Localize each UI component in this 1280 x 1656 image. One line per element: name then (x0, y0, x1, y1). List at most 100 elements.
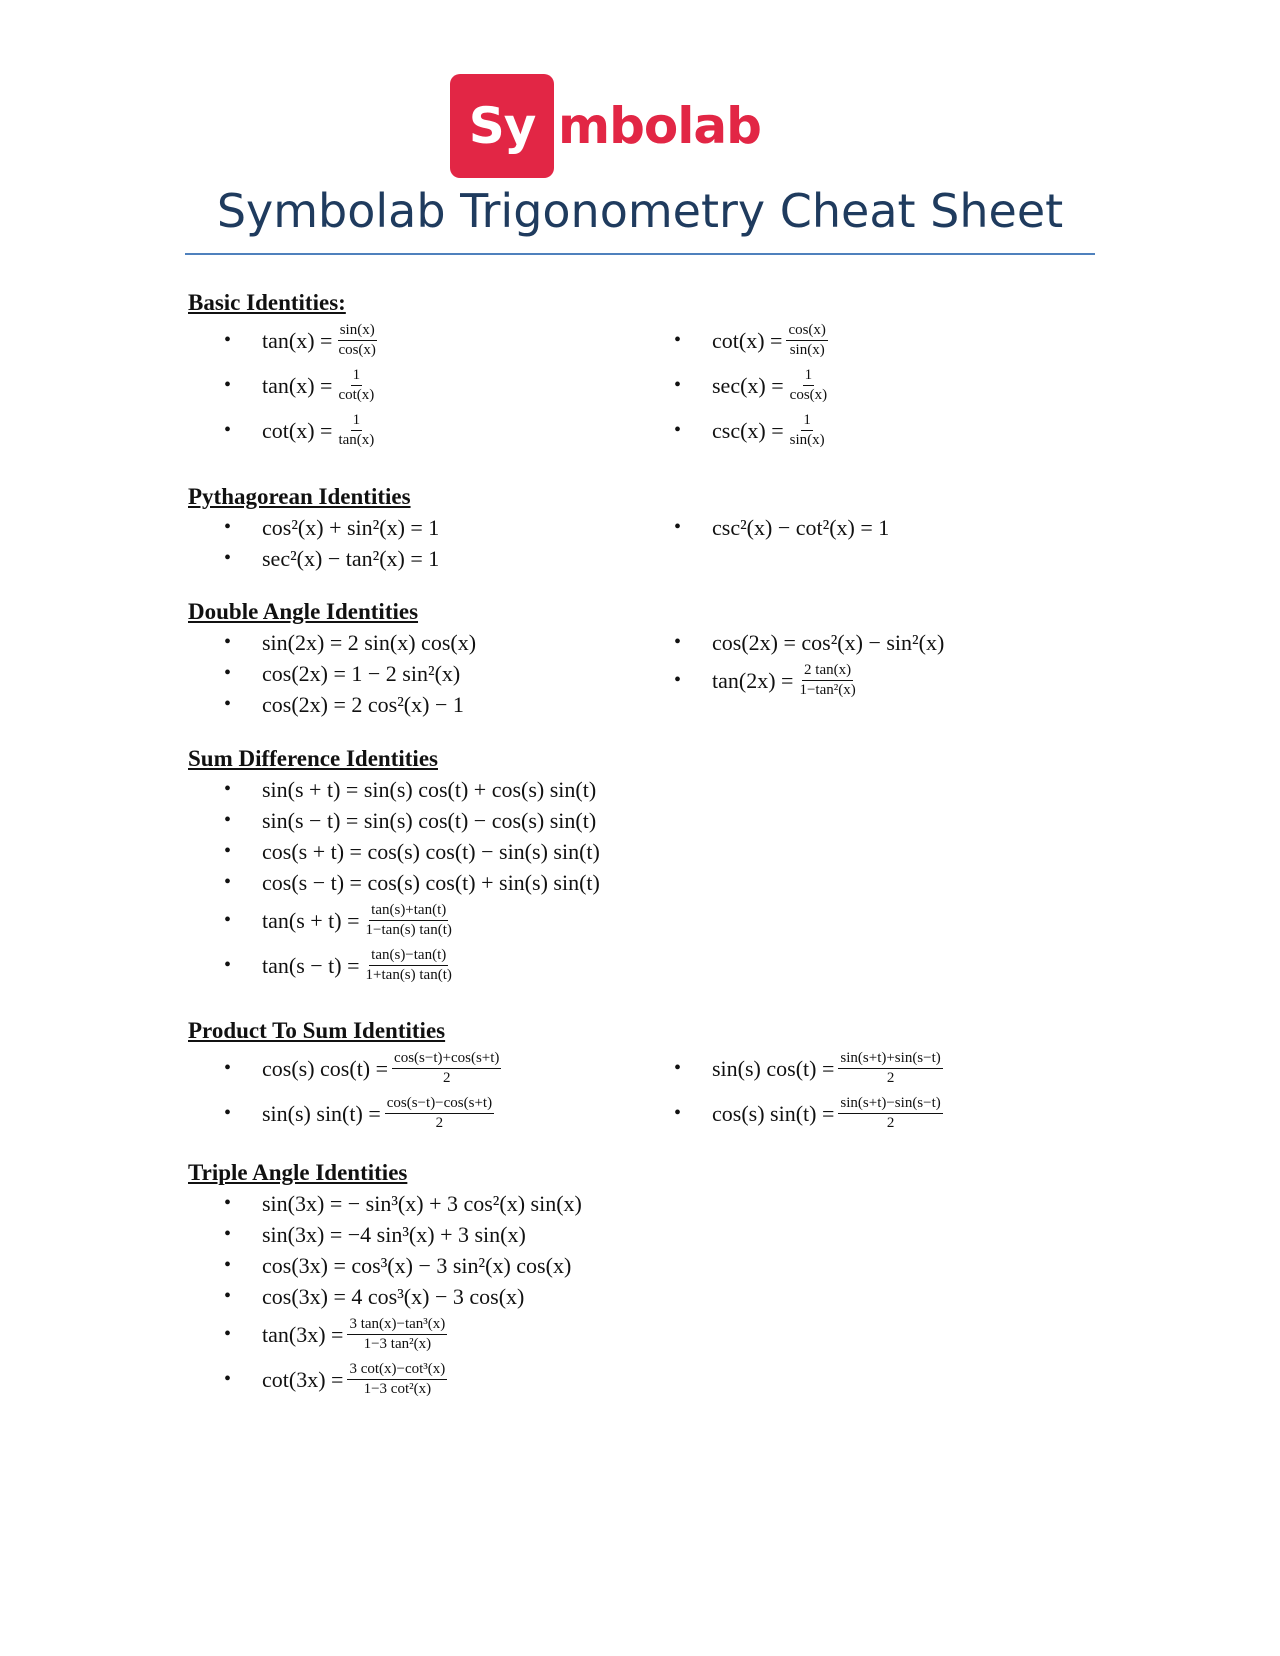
bullet-icon: • (224, 631, 232, 653)
section-sum-difference-identities: Sum Difference Identities • sin(s + t) = … (188, 744, 1088, 988)
denominator: 1−tan²(x) (799, 682, 856, 698)
fraction: sin(s+t)+sin(s−t) 2 (838, 1050, 943, 1087)
bullet-icon: • (224, 954, 232, 976)
section-triple-angle-identities: Triple Angle Identities • sin(3x) = − sin… (188, 1158, 1088, 1402)
identity-item: • cos²(x) + sin²(x) = 1 (188, 512, 638, 543)
identity-item: • sin(s) sin(t) = cos(s−t)−cos(s+t) 2 (188, 1091, 638, 1136)
numerator: 3 cot(x)−cot³(x) (347, 1361, 448, 1380)
identity-item: • tan(s + t) = tan(s)+tan(t) 1−tan(s) tan(t… (188, 898, 1088, 943)
symbolab-logo: Sy mbolab (450, 74, 762, 178)
logo-wordmark: mbolab (558, 97, 762, 155)
bullet-icon: • (224, 809, 232, 831)
fraction: sin(x) cos(x) (336, 322, 378, 359)
identity-item: • sin(s + t) = sin(s) cos(t) + cos(s) sin… (188, 774, 1088, 805)
section-product-to-sum-identities: Product To Sum Identities • cos(s) cos(t)… (188, 1016, 1088, 1136)
identity-item: • cos(s − t) = cos(s) cos(t) + sin(s) sin… (188, 867, 1088, 898)
identity-text: cos(2x) = cos²(x) − sin²(x) (712, 629, 945, 655)
identity-item: • sin(s) cos(t) = sin(s+t)+sin(s−t) 2 (638, 1046, 1088, 1091)
identity-lhs: tan(3x) = (262, 1321, 344, 1347)
identity-lhs: cot(x) = (262, 417, 333, 443)
identity-lhs: sin(s) sin(t) = (262, 1100, 381, 1126)
bullet-icon: • (224, 662, 232, 684)
identity-item: • tan(3x) = 3 tan(x)−tan³(x) 1−3 tan²(x) (188, 1312, 1088, 1357)
title-divider (185, 253, 1095, 255)
denominator: 1−3 cot²(x) (363, 1381, 432, 1397)
identity-item: • cos(2x) = cos²(x) − sin²(x) (638, 627, 1088, 658)
numerator: cos(x) (786, 322, 828, 341)
numerator: 3 tan(x)−tan³(x) (347, 1316, 448, 1335)
denominator: cos(x) (789, 387, 828, 403)
bullet-icon: • (674, 516, 682, 538)
denominator: 2 (442, 1070, 451, 1086)
identity-lhs: cot(3x) = (262, 1366, 344, 1392)
numerator: tan(s)+tan(t) (369, 902, 449, 921)
identity-item: • cot(3x) = 3 cot(x)−cot³(x) 1−3 cot²(x) (188, 1357, 1088, 1402)
identity-lhs: sec(x) = (712, 372, 784, 398)
bullet-icon: • (674, 631, 682, 653)
identity-text: csc²(x) − cot²(x) = 1 (712, 514, 890, 540)
bullet-icon: • (224, 374, 232, 396)
bullet-icon: • (224, 1285, 232, 1307)
bullet-icon: • (224, 840, 232, 862)
identity-text: cos(s − t) = cos(s) cos(t) + sin(s) sin(… (262, 869, 600, 895)
identity-text: cos(2x) = 2 cos²(x) − 1 (262, 691, 464, 717)
numerator: sin(s+t)+sin(s−t) (838, 1050, 943, 1069)
identity-item: • cos(s) cos(t) = cos(s−t)+cos(s+t) 2 (188, 1046, 638, 1091)
identity-text: cos(2x) = 1 − 2 sin²(x) (262, 660, 461, 686)
denominator: tan(x) (338, 432, 375, 448)
bullet-icon: • (224, 1057, 232, 1079)
numerator: cos(s−t)+cos(s+t) (392, 1050, 502, 1069)
fraction: 1 tan(x) (336, 412, 376, 449)
bullet-icon: • (224, 547, 232, 569)
identity-text: cos(3x) = cos³(x) − 3 sin²(x) cos(x) (262, 1252, 572, 1278)
section-basic-identities: Basic Identities: • tan(x) = sin(x) cos(x) … (188, 288, 1088, 453)
bullet-icon: • (224, 419, 232, 441)
identity-lhs: tan(2x) = (712, 667, 794, 693)
bullet-icon: • (224, 693, 232, 715)
identity-lhs: cos(s) sin(t) = (712, 1100, 835, 1126)
denominator: sin(x) (789, 432, 825, 448)
section-title: Product To Sum Identities (188, 1018, 446, 1043)
fraction: tan(s)−tan(t) 1+tan(s) tan(t) (364, 947, 454, 984)
identity-item: • tan(x) = 1 cot(x) (188, 363, 638, 408)
numerator: sin(s+t)−sin(s−t) (838, 1095, 943, 1114)
identity-text: sin(3x) = −4 sin³(x) + 3 sin(x) (262, 1221, 526, 1247)
identity-item: • cos(3x) = cos³(x) − 3 sin²(x) cos(x) (188, 1250, 1088, 1281)
fraction: 1 sin(x) (788, 412, 827, 449)
identity-text: sin(s + t) = sin(s) cos(t) + cos(s) sin(… (262, 776, 597, 802)
identity-lhs: tan(s + t) = (262, 907, 360, 933)
bullet-icon: • (674, 374, 682, 396)
identity-item: • sin(s − t) = sin(s) cos(t) − cos(s) sin… (188, 805, 1088, 836)
identity-text: sin(s − t) = sin(s) cos(t) − cos(s) sin(… (262, 807, 597, 833)
numerator: cos(s−t)−cos(s+t) (384, 1095, 495, 1114)
denominator: sin(x) (789, 342, 825, 358)
bullet-icon: • (674, 1102, 682, 1124)
bullet-icon: • (674, 329, 682, 351)
page-title: Symbolab Trigonometry Cheat Sheet (216, 184, 1064, 238)
bullet-icon: • (224, 516, 232, 538)
section-pythagorean-identities: Pythagorean Identities • cos²(x) + sin²(x… (188, 482, 1088, 574)
identity-text: sec²(x) − tan²(x) = 1 (262, 545, 440, 571)
denominator: 2 (435, 1115, 444, 1131)
bullet-icon: • (224, 871, 232, 893)
bullet-icon: • (224, 1254, 232, 1276)
bullet-icon: • (224, 1102, 232, 1124)
numerator: 1 (801, 412, 813, 431)
denominator: 1−3 tan²(x) (363, 1336, 432, 1352)
section-title: Triple Angle Identities (188, 1160, 408, 1185)
identity-item: • cos(2x) = 1 − 2 sin²(x) (188, 658, 638, 689)
numerator: 1 (802, 367, 815, 386)
identity-lhs: cot(x) = (712, 327, 783, 353)
identity-item: • cot(x) = 1 tan(x) (188, 408, 638, 453)
bullet-icon: • (224, 1368, 232, 1390)
identity-text: sin(3x) = − sin³(x) + 3 cos²(x) sin(x) (262, 1190, 582, 1216)
denominator: cot(x) (338, 387, 375, 403)
identity-item: • tan(x) = sin(x) cos(x) (188, 318, 638, 363)
identity-text: cos²(x) + sin²(x) = 1 (262, 514, 440, 540)
numerator: 2 tan(x) (802, 662, 854, 681)
bullet-icon: • (674, 669, 682, 691)
denominator: 2 (886, 1115, 895, 1131)
bullet-icon: • (224, 329, 232, 351)
identity-item: • sin(3x) = −4 sin³(x) + 3 sin(x) (188, 1219, 1088, 1250)
denominator: 2 (886, 1070, 895, 1086)
